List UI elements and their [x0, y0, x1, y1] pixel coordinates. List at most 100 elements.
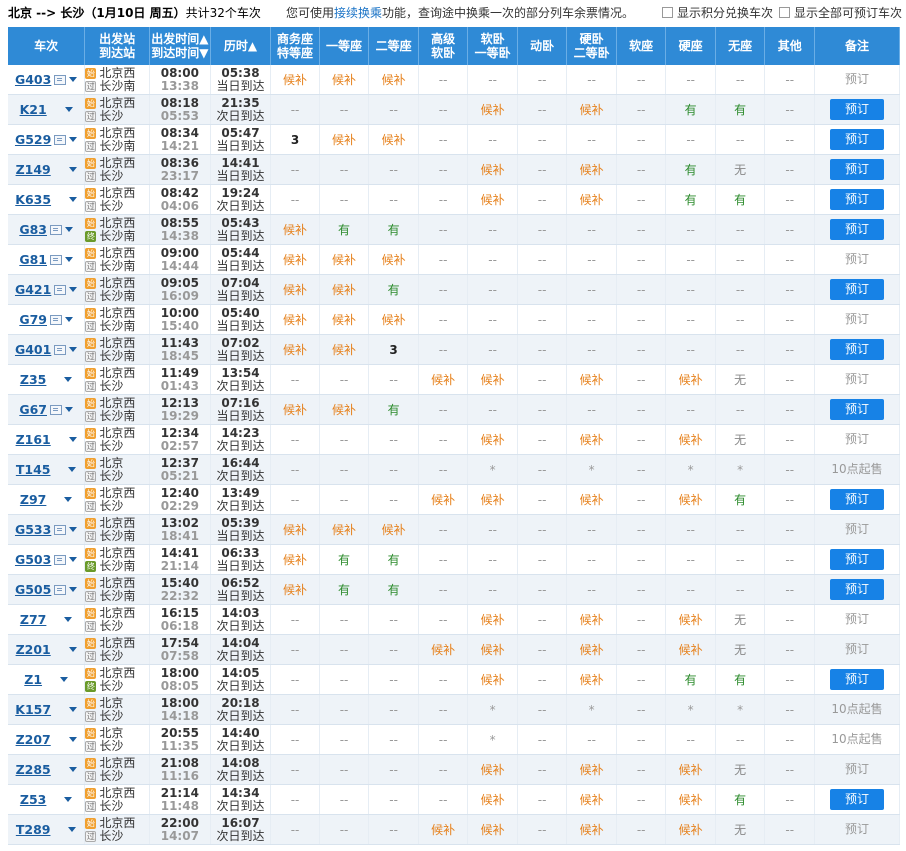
train-number-link[interactable]: G503: [15, 552, 51, 567]
seat-cell[interactable]: 候补: [319, 334, 370, 365]
train-info-icon[interactable]: [54, 344, 67, 355]
train-number-link[interactable]: K157: [15, 702, 51, 717]
seat-cell[interactable]: 候补: [368, 65, 419, 95]
seat-cell[interactable]: 候补: [270, 244, 320, 275]
seat-cell[interactable]: 候补: [368, 304, 419, 335]
seat-cell[interactable]: 候补: [467, 664, 518, 695]
book-button[interactable]: 预订: [829, 339, 884, 360]
train-number-link[interactable]: Z53: [20, 792, 46, 807]
stops-dropdown-icon[interactable]: [69, 707, 78, 712]
seat-cell[interactable]: 候补: [467, 184, 518, 215]
seat-cell[interactable]: 候补: [665, 424, 716, 455]
header-seat-1[interactable]: 一等座: [319, 27, 370, 65]
seat-cell[interactable]: 候补: [467, 364, 518, 395]
stops-dropdown-icon[interactable]: [69, 587, 78, 592]
seat-cell[interactable]: 候补: [319, 304, 370, 335]
train-number-link[interactable]: G81: [19, 252, 47, 267]
book-button[interactable]: 预订: [829, 279, 884, 300]
seat-cell[interactable]: 候补: [270, 304, 320, 335]
stops-dropdown-icon[interactable]: [68, 767, 77, 772]
seat-cell[interactable]: 候补: [270, 65, 320, 95]
seat-cell[interactable]: 候补: [566, 784, 617, 815]
train-number-link[interactable]: G79: [19, 312, 47, 327]
header-seat-10[interactable]: 其他: [764, 27, 815, 65]
header-seat-3[interactable]: 高级 软卧: [418, 27, 469, 65]
seat-cell[interactable]: 候补: [665, 634, 716, 665]
train-info-icon[interactable]: [54, 74, 67, 85]
stops-dropdown-icon[interactable]: [64, 797, 73, 802]
stops-dropdown-icon[interactable]: [68, 647, 77, 652]
seat-cell[interactable]: 候补: [270, 394, 320, 425]
book-button[interactable]: 预订: [829, 579, 884, 600]
seat-cell[interactable]: 候补: [566, 364, 617, 395]
seat-cell[interactable]: 候补: [319, 65, 370, 95]
seat-cell[interactable]: 候补: [467, 784, 518, 815]
seat-cell[interactable]: 候补: [467, 754, 518, 785]
train-number-link[interactable]: Z1: [24, 672, 42, 687]
seat-cell[interactable]: 候补: [467, 154, 518, 185]
header-seat-2[interactable]: 二等座: [368, 27, 419, 65]
train-info-icon[interactable]: [49, 404, 62, 415]
book-button[interactable]: 预订: [829, 99, 884, 120]
seat-cell[interactable]: 候补: [270, 274, 320, 305]
stops-dropdown-icon[interactable]: [64, 617, 73, 622]
stops-dropdown-icon[interactable]: [60, 677, 69, 682]
train-info-icon[interactable]: [54, 554, 67, 565]
seat-cell[interactable]: 候补: [270, 214, 320, 245]
header-seat-7[interactable]: 软座: [616, 27, 667, 65]
book-button[interactable]: 预订: [829, 189, 884, 210]
train-info-icon[interactable]: [49, 314, 62, 325]
seat-cell[interactable]: 候补: [467, 814, 518, 845]
seat-cell[interactable]: 候补: [368, 244, 419, 275]
stops-dropdown-icon[interactable]: [69, 557, 78, 562]
seat-cell[interactable]: 候补: [665, 814, 716, 845]
seat-cell[interactable]: 候补: [566, 604, 617, 635]
seat-cell[interactable]: 候补: [566, 154, 617, 185]
seat-cell[interactable]: 候补: [270, 574, 320, 605]
seat-cell[interactable]: 候补: [566, 424, 617, 455]
seat-cell[interactable]: 候补: [418, 364, 469, 395]
seat-cell[interactable]: 候补: [319, 124, 370, 155]
seat-cell[interactable]: 候补: [270, 334, 320, 365]
seat-cell[interactable]: 候补: [566, 484, 617, 515]
seat-cell[interactable]: 候补: [319, 244, 370, 275]
train-number-link[interactable]: Z285: [16, 762, 51, 777]
transfer-link[interactable]: 接续换乘: [334, 6, 382, 20]
book-button[interactable]: 预订: [829, 159, 884, 180]
stops-dropdown-icon[interactable]: [69, 527, 78, 532]
seat-cell[interactable]: 候补: [665, 484, 716, 515]
seat-cell[interactable]: 候补: [467, 424, 518, 455]
seat-cell[interactable]: 候补: [665, 604, 716, 635]
seat-cell[interactable]: 候补: [418, 634, 469, 665]
seat-cell[interactable]: 候补: [319, 514, 370, 545]
stops-dropdown-icon[interactable]: [64, 257, 73, 262]
stops-dropdown-icon[interactable]: [64, 107, 73, 112]
seat-cell[interactable]: 候补: [467, 94, 518, 125]
stops-dropdown-icon[interactable]: [68, 827, 77, 832]
book-button[interactable]: 预订: [829, 669, 884, 690]
train-number-link[interactable]: K635: [15, 192, 51, 207]
book-button[interactable]: 预订: [829, 219, 884, 240]
train-number-link[interactable]: G505: [15, 582, 51, 597]
seat-cell[interactable]: 候补: [319, 274, 370, 305]
header-seat-6[interactable]: 硬卧 二等卧: [566, 27, 617, 65]
seat-cell[interactable]: 候补: [566, 634, 617, 665]
train-number-link[interactable]: Z201: [16, 642, 51, 657]
seat-cell[interactable]: 候补: [418, 484, 469, 515]
header-time[interactable]: 出发时间▲ 到达时间▼: [149, 27, 211, 65]
seat-cell[interactable]: 候补: [368, 514, 419, 545]
seat-cell[interactable]: 候补: [566, 184, 617, 215]
seat-cell[interactable]: 候补: [665, 364, 716, 395]
stops-dropdown-icon[interactable]: [69, 197, 78, 202]
train-info-icon[interactable]: [49, 254, 62, 265]
train-number-link[interactable]: G533: [15, 522, 51, 537]
seat-cell[interactable]: 候补: [665, 754, 716, 785]
stops-dropdown-icon[interactable]: [64, 497, 73, 502]
stops-dropdown-icon[interactable]: [69, 347, 78, 352]
header-remark[interactable]: 备注: [814, 27, 901, 65]
header-train[interactable]: 车次: [8, 27, 86, 65]
train-number-link[interactable]: Z97: [20, 492, 46, 507]
seat-cell[interactable]: 候补: [368, 124, 419, 155]
train-info-icon[interactable]: [54, 284, 67, 295]
train-info-icon[interactable]: [54, 524, 67, 535]
